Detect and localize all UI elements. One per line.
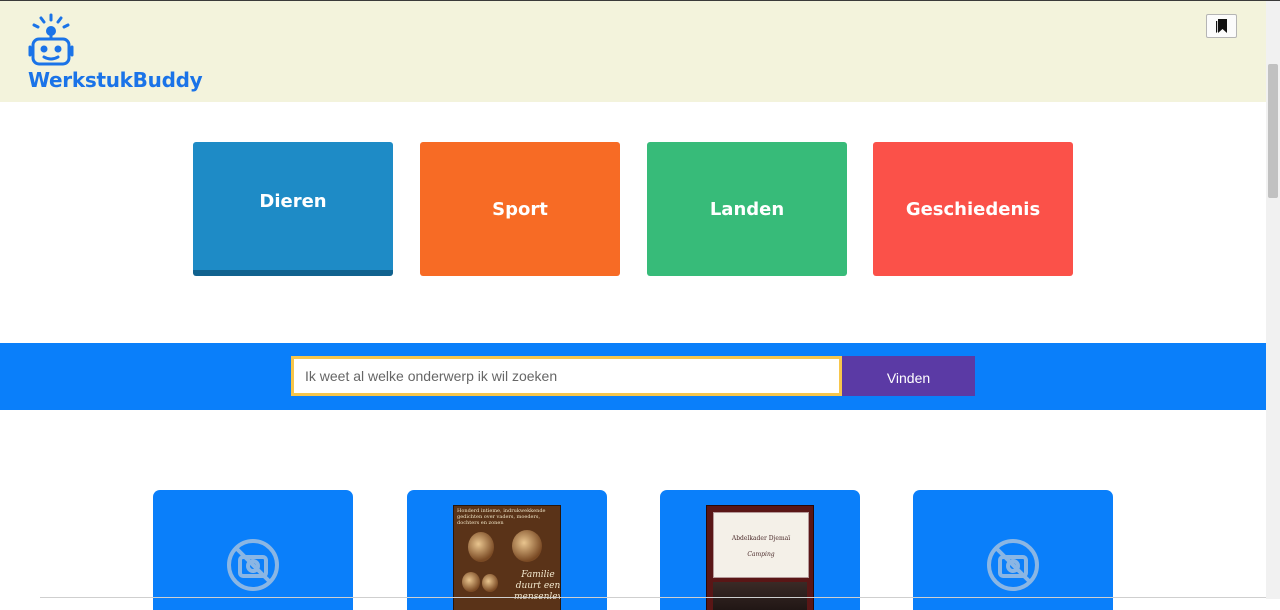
category-tile-landen[interactable]: Landen bbox=[647, 142, 847, 276]
search-input[interactable] bbox=[291, 356, 842, 396]
result-card[interactable] bbox=[913, 490, 1113, 610]
robot-icon bbox=[28, 13, 74, 66]
horizontal-divider bbox=[40, 597, 1266, 598]
bookmark-icon bbox=[1215, 19, 1227, 33]
bookmarks-button[interactable] bbox=[1206, 14, 1237, 38]
category-tile-dieren[interactable]: Dieren bbox=[193, 142, 393, 276]
category-label: Landen bbox=[709, 198, 785, 220]
category-tile-sport[interactable]: Sport bbox=[420, 142, 620, 276]
site-header: WerkstukBuddy bbox=[0, 1, 1266, 102]
cover-author: Abdelkader Djemaï bbox=[731, 535, 791, 542]
scrollbar-thumb[interactable] bbox=[1268, 64, 1278, 198]
result-card[interactable]: Abdelkader Djemaï Camping bbox=[660, 490, 860, 610]
category-label: Geschiedenis bbox=[905, 198, 1041, 220]
page-scrollbar[interactable] bbox=[1266, 1, 1280, 599]
no-image-icon bbox=[987, 539, 1039, 591]
cover-title: Camping bbox=[747, 551, 775, 558]
category-tile-geschiedenis[interactable]: Geschiedenis bbox=[873, 142, 1073, 276]
no-image-icon bbox=[227, 539, 279, 591]
book-cover-image: Honderd intieme, indrukwekkende gedichte… bbox=[453, 505, 561, 610]
search-button[interactable]: Vinden bbox=[842, 356, 975, 396]
brand-name: WerkstukBuddy bbox=[28, 68, 203, 92]
cover-title: Familie duurt een mensenleven bbox=[514, 570, 561, 602]
result-card[interactable] bbox=[153, 490, 353, 610]
category-label: Dieren bbox=[259, 190, 327, 212]
book-cover-image: Abdelkader Djemaï Camping bbox=[706, 505, 814, 610]
category-label: Sport bbox=[492, 198, 548, 220]
cover-subtitle: Honderd intieme, indrukwekkende gedichte… bbox=[457, 508, 546, 526]
result-card[interactable]: Honderd intieme, indrukwekkende gedichte… bbox=[407, 490, 607, 610]
